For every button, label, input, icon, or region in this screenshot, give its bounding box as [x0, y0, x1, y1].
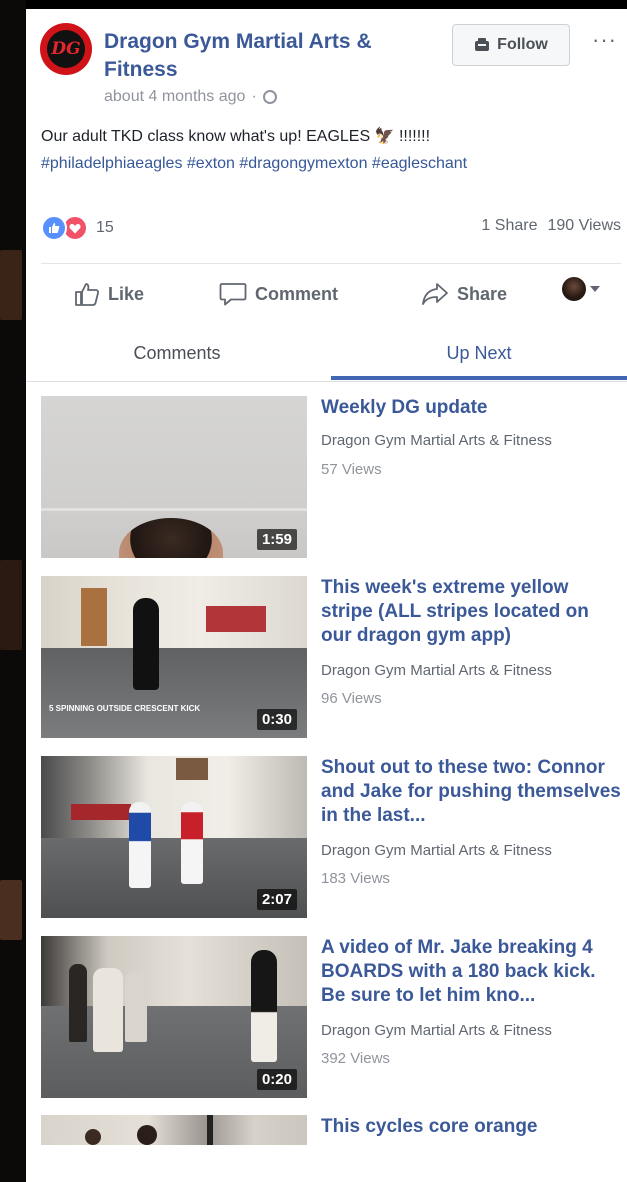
- video-thumbnail[interactable]: 2:07: [41, 756, 307, 918]
- comment-button[interactable]: Comment: [219, 269, 338, 319]
- thumbnail-wall-line: [41, 508, 307, 511]
- meta-separator: ·: [251, 88, 257, 105]
- thumbs-up-icon: [75, 283, 100, 306]
- video-views: 96 Views: [321, 690, 382, 707]
- caption-text: Our adult TKD class know what's up! EAGL…: [41, 128, 431, 145]
- video-views: 183 Views: [321, 870, 390, 887]
- up-next-video[interactable]: 0:20 A video of Mr. Jake breaking 4 BOAR…: [41, 936, 621, 1098]
- background-strip: [0, 0, 26, 1182]
- thumbnail-head-2: [137, 1125, 157, 1145]
- like-button[interactable]: Like: [74, 269, 144, 319]
- post-caption: Our adult TKD class know what's up! EAGL…: [41, 123, 621, 177]
- tab-up-next[interactable]: Up Next: [331, 325, 627, 381]
- thumbnail-fighter-red: [181, 802, 203, 884]
- like-reaction-icon: [41, 215, 67, 241]
- thumbnail-wall: [41, 756, 307, 838]
- up-next-video[interactable]: 2:07 Shout out to these two: Connor and …: [41, 756, 621, 918]
- reaction-count: 15: [96, 219, 114, 236]
- timestamp[interactable]: about 4 months ago: [104, 88, 245, 106]
- thumbnail-holder-2: [93, 968, 123, 1052]
- video-title[interactable]: A video of Mr. Jake breaking 4 BOARDS wi…: [321, 936, 621, 1008]
- video-author[interactable]: Dragon Gym Martial Arts & Fitness: [321, 842, 552, 859]
- avatar-logo: DG: [47, 30, 85, 68]
- video-duration: 0:30: [256, 709, 297, 730]
- thumbnail-person-head: [119, 518, 223, 558]
- video-title[interactable]: This cycles core orange: [321, 1115, 621, 1139]
- tab-comments[interactable]: Comments: [26, 325, 328, 381]
- video-duration: 1:59: [256, 529, 297, 550]
- reactions-summary[interactable]: 15: [41, 215, 114, 241]
- up-next-video[interactable]: 1:59 Weekly DG update Dragon Gym Martial…: [41, 396, 621, 558]
- thumbnail-caption: 5 SPINNING OUTSIDE CRESCENT KICK: [49, 704, 201, 713]
- thumbnail-holder-3: [125, 972, 147, 1042]
- page-name-link[interactable]: Dragon Gym Martial Arts & Fitness: [104, 28, 434, 84]
- panel-tabs: Comments Up Next: [26, 325, 627, 382]
- thumbnail-pads: [71, 804, 131, 820]
- thumbnail-head-1: [85, 1129, 101, 1145]
- page-avatar[interactable]: DG: [40, 23, 92, 75]
- thumbnail-fighter-blue: [129, 802, 151, 888]
- video-thumbnail[interactable]: 5 SPINNING OUTSIDE CRESCENT KICK 0:30: [41, 576, 307, 738]
- video-author[interactable]: Dragon Gym Martial Arts & Fitness: [321, 1022, 552, 1039]
- follow-button[interactable]: Follow: [452, 24, 570, 66]
- post-meta: about 4 months ago ·: [104, 88, 277, 106]
- thumbnail-pads: [206, 606, 266, 632]
- video-title[interactable]: This week's extreme yellow stripe (ALL s…: [321, 576, 621, 648]
- video-title[interactable]: Weekly DG update: [321, 396, 621, 420]
- video-views: 57 Views: [321, 461, 382, 478]
- video-thumbnail[interactable]: 1:59: [41, 396, 307, 558]
- thumbnail-banner: [176, 758, 208, 780]
- video-duration: 2:07: [256, 889, 297, 910]
- globe-icon: [262, 90, 277, 104]
- share-as-selector[interactable]: [562, 277, 600, 301]
- thumbnail-holder-1: [69, 964, 87, 1042]
- video-author[interactable]: Dragon Gym Martial Arts & Fitness: [321, 662, 552, 679]
- video-thumbnail[interactable]: [41, 1115, 307, 1145]
- up-next-video[interactable]: This cycles core orange: [41, 1115, 621, 1155]
- video-thumbnail[interactable]: 0:20: [41, 936, 307, 1098]
- video-title[interactable]: Shout out to these two: Connor and Jake …: [321, 756, 621, 828]
- active-tab-underline: [331, 376, 627, 380]
- share-label: Share: [457, 283, 508, 304]
- thumbnail-kicker: [251, 950, 277, 1062]
- share-arrow-icon: [422, 283, 448, 305]
- background-blob: [0, 250, 22, 320]
- share-button[interactable]: Share: [421, 269, 507, 319]
- like-label: Like: [108, 283, 145, 304]
- action-bar: Like Comment Share: [26, 269, 627, 319]
- post-stats: 1 Share 190 Views: [481, 217, 621, 235]
- follow-rss-icon: [475, 38, 490, 51]
- follow-label: Follow: [497, 36, 548, 53]
- up-next-video[interactable]: 5 SPINNING OUTSIDE CRESCENT KICK 0:30 Th…: [41, 576, 621, 738]
- view-count: 190 Views: [547, 217, 621, 234]
- video-views: 392 Views: [321, 1050, 390, 1067]
- background-blob: [0, 560, 22, 650]
- thumbnail-fighter: [133, 598, 159, 690]
- video-duration: 0:20: [256, 1069, 297, 1090]
- chevron-down-icon: [590, 286, 600, 292]
- background-blob: [0, 880, 22, 940]
- comment-icon: [219, 283, 247, 306]
- thumbnail-post: [207, 1115, 213, 1145]
- video-author[interactable]: Dragon Gym Martial Arts & Fitness: [321, 432, 552, 449]
- divider: [41, 263, 621, 264]
- more-options-icon[interactable]: ···: [592, 29, 617, 51]
- thumbnail-door: [81, 588, 107, 646]
- share-count[interactable]: 1 Share: [481, 217, 537, 235]
- caption-hashtags[interactable]: #philadelphiaeagles #exton #dragongymext…: [41, 150, 621, 177]
- avatar: [562, 277, 586, 301]
- comment-label: Comment: [255, 283, 339, 304]
- video-side-panel: DG Dragon Gym Martial Arts & Fitness abo…: [26, 9, 627, 1182]
